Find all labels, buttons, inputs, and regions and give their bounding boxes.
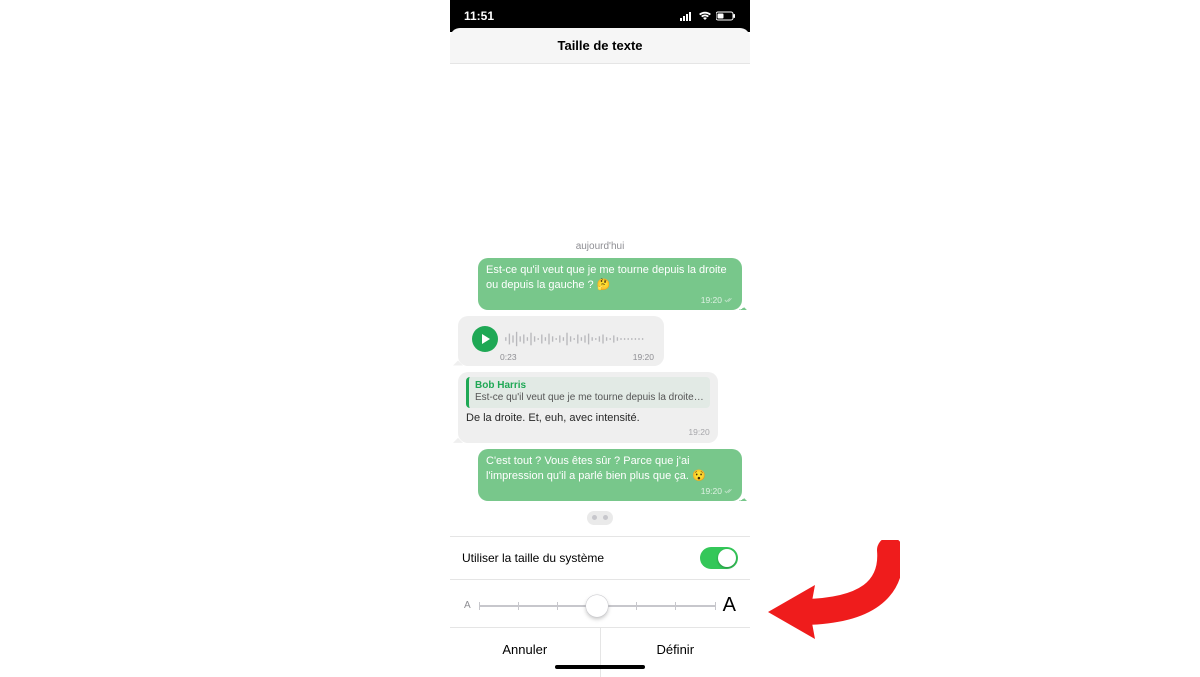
message-out: C'est tout ? Vous êtes sûr ? Parce que j… xyxy=(478,449,742,501)
slider-thumb[interactable] xyxy=(586,595,608,617)
text-size-slider[interactable] xyxy=(479,596,715,616)
phone-frame: 11:51 Taille de texte aujourd'hui Est-ce… xyxy=(450,0,750,675)
home-indicator xyxy=(555,665,645,669)
play-button[interactable] xyxy=(472,326,498,352)
message-in-reply: Bob Harris Est-ce qu'il veut que je me t… xyxy=(458,372,718,443)
message-out: Est-ce qu'il veut que je me tourne depui… xyxy=(478,258,742,310)
use-system-size-toggle[interactable] xyxy=(700,547,738,569)
use-system-size-row[interactable]: Utiliser la taille du système xyxy=(450,536,750,580)
use-system-size-label: Utiliser la taille du système xyxy=(462,551,604,565)
read-ticks-icon xyxy=(724,487,734,495)
voice-duration: 0:23 xyxy=(500,352,517,363)
message-time: 19:20 xyxy=(688,427,709,438)
status-time: 11:51 xyxy=(464,9,494,23)
chat-preview: aujourd'hui Est-ce qu'il veut que je me … xyxy=(450,64,750,536)
modal-title: Taille de texte xyxy=(557,38,642,53)
cellular-icon xyxy=(680,11,694,21)
quote-author: Bob Harris xyxy=(475,380,704,393)
wifi-icon xyxy=(698,11,712,21)
quoted-message[interactable]: Bob Harris Est-ce qu'il veut que je me t… xyxy=(466,377,710,408)
slider-min-icon: A xyxy=(464,600,471,611)
text-size-slider-row: A A xyxy=(450,580,750,627)
modal-title-bar: Taille de texte xyxy=(450,28,750,64)
voice-message-in: 0:23 19:20 xyxy=(458,316,664,365)
annotation-arrow-icon xyxy=(760,540,900,655)
waveform-icon[interactable] xyxy=(504,330,648,348)
message-text: C'est tout ? Vous êtes sûr ? Parce que j… xyxy=(486,455,706,482)
bottom-button-bar: Annuler Définir xyxy=(450,627,750,677)
status-indicators xyxy=(680,11,736,21)
slider-max-icon: A xyxy=(723,594,736,617)
message-text: De la droite. Et, euh, avec intensité. xyxy=(466,412,640,424)
page-indicator xyxy=(587,511,613,530)
battery-icon xyxy=(716,11,736,21)
message-text: Est-ce qu'il veut que je me tourne depui… xyxy=(486,264,727,291)
read-ticks-icon xyxy=(724,296,734,304)
message-time: 19:20 xyxy=(633,352,654,363)
quote-text: Est-ce qu'il veut que je me tourne depui… xyxy=(475,392,704,405)
date-separator: aujourd'hui xyxy=(458,241,742,252)
message-time: 19:20 xyxy=(701,486,722,497)
cancel-button[interactable]: Annuler xyxy=(450,628,601,677)
message-time: 19:20 xyxy=(701,295,722,306)
set-button[interactable]: Définir xyxy=(601,628,751,677)
